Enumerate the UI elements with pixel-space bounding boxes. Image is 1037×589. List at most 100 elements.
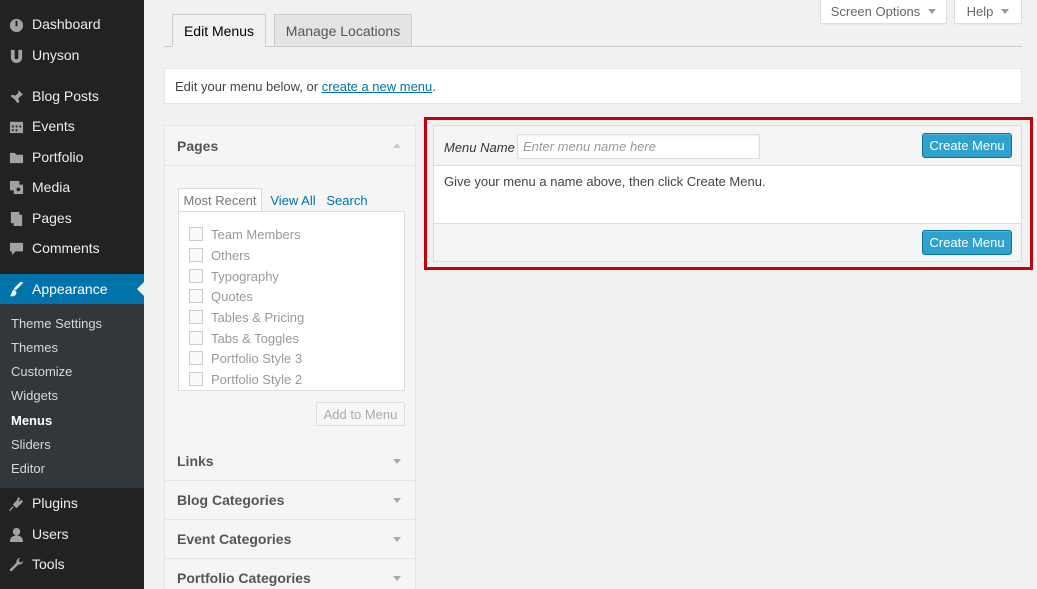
notice-suffix: . bbox=[432, 78, 436, 94]
unyson-icon bbox=[8, 47, 24, 63]
page-checkbox[interactable] bbox=[189, 351, 203, 365]
screen-options-button[interactable]: Screen Options bbox=[820, 0, 947, 24]
list-item[interactable]: Portfolio Style 3 bbox=[189, 350, 302, 366]
chevron-down-icon bbox=[393, 576, 401, 581]
sidebar-item-label: Appearance bbox=[32, 281, 108, 297]
submenu-item-editor[interactable]: Editor bbox=[11, 461, 45, 476]
chevron-down-icon bbox=[393, 537, 401, 542]
accordion-section-links[interactable]: Links bbox=[165, 442, 415, 481]
submenu-item-theme-settings[interactable]: Theme Settings bbox=[11, 316, 102, 331]
sidebar-item-media[interactable]: Media bbox=[0, 172, 144, 202]
appearance-submenu: Theme Settings Themes Customize Widgets … bbox=[0, 304, 144, 488]
plugin-icon bbox=[8, 495, 24, 511]
page-checkbox[interactable] bbox=[189, 372, 203, 386]
brush-icon bbox=[8, 281, 24, 297]
sidebar-item-portfolio[interactable]: Portfolio bbox=[0, 142, 144, 172]
page-checkbox[interactable] bbox=[189, 269, 203, 283]
sidebar-item-label: Plugins bbox=[32, 495, 78, 511]
screen-options-label: Screen Options bbox=[830, 4, 921, 19]
accordion-section-portfolio-categories[interactable]: Portfolio Categories bbox=[165, 559, 415, 589]
sidebar-item-tools[interactable]: Tools bbox=[0, 549, 144, 579]
page-checkbox[interactable] bbox=[189, 331, 203, 345]
page-checklist: Team Members Others Typography Quotes Ta… bbox=[178, 211, 405, 391]
accordion-title: Pages bbox=[177, 137, 219, 154]
page-checkbox[interactable] bbox=[189, 248, 203, 262]
list-item[interactable]: Tabs & Toggles bbox=[189, 330, 299, 346]
accordion-title: Event Categories bbox=[177, 531, 292, 547]
media-icon bbox=[8, 179, 24, 195]
sidebar-item-users[interactable]: Users bbox=[0, 519, 144, 549]
sidebar-item-comments[interactable]: Comments bbox=[0, 233, 144, 263]
list-item[interactable]: Others bbox=[189, 247, 250, 263]
chevron-down-icon bbox=[928, 9, 937, 14]
tab-view-all[interactable]: View All bbox=[266, 188, 320, 212]
menu-items-accordion: Pages Most Recent View All Search Team M… bbox=[164, 125, 416, 589]
page-checkbox[interactable] bbox=[189, 289, 203, 303]
sidebar-item-plugins[interactable]: Plugins bbox=[0, 488, 144, 518]
page-label: Quotes bbox=[211, 288, 253, 304]
chevron-down-icon bbox=[393, 459, 401, 464]
create-new-menu-link[interactable]: create a new menu bbox=[322, 79, 433, 94]
tab-manage-locations[interactable]: Manage Locations bbox=[274, 14, 412, 46]
list-item[interactable]: Quotes bbox=[189, 288, 253, 304]
wrench-icon bbox=[8, 556, 24, 572]
list-item[interactable]: Typography bbox=[189, 268, 279, 284]
sidebar-item-label: Users bbox=[32, 526, 69, 542]
tab-edit-menus[interactable]: Edit Menus bbox=[172, 14, 266, 47]
user-icon bbox=[8, 526, 24, 542]
sidebar-item-label: Media bbox=[32, 179, 71, 195]
accordion-section-pages[interactable]: Pages bbox=[165, 126, 415, 166]
sidebar-item-events[interactable]: Events bbox=[0, 111, 144, 141]
page-label: Others bbox=[211, 247, 251, 263]
help-label: Help bbox=[966, 4, 994, 19]
page-label: Portfolio Style 3 bbox=[211, 350, 303, 366]
help-button[interactable]: Help bbox=[954, 0, 1022, 24]
tab-divider bbox=[164, 46, 1022, 47]
chevron-up-icon bbox=[393, 143, 401, 148]
sidebar-item-label: Pages bbox=[32, 210, 72, 226]
sidebar-item-blog-posts[interactable]: Blog Posts bbox=[0, 81, 144, 111]
page-label: Tables & Pricing bbox=[211, 309, 305, 325]
add-to-menu-button[interactable]: Add to Menu bbox=[316, 402, 405, 426]
sidebar-item-unyson[interactable]: Unyson bbox=[0, 40, 144, 70]
pin-icon bbox=[8, 88, 24, 104]
accordion-section-event-categories[interactable]: Event Categories bbox=[165, 520, 415, 559]
sidebar-item-dashboard[interactable]: Dashboard bbox=[0, 9, 144, 39]
chevron-down-icon bbox=[1001, 9, 1010, 14]
list-item[interactable]: Team Members bbox=[189, 226, 301, 242]
sidebar-item-label: Dashboard bbox=[32, 16, 101, 32]
sidebar-item-label: Portfolio bbox=[32, 149, 84, 165]
submenu-item-themes[interactable]: Themes bbox=[11, 340, 58, 355]
chevron-down-icon bbox=[393, 498, 401, 503]
folder-icon bbox=[8, 149, 24, 165]
sidebar-item-appearance[interactable]: Appearance bbox=[0, 274, 144, 304]
page-checkbox[interactable] bbox=[189, 227, 203, 241]
dashboard-icon bbox=[8, 16, 24, 32]
sidebar-item-label: Tools bbox=[32, 556, 65, 572]
tab-search[interactable]: Search bbox=[324, 188, 370, 212]
list-item[interactable]: Portfolio Style 2 bbox=[189, 371, 302, 387]
accordion-title: Links bbox=[177, 453, 214, 469]
accordion-section-blog-categories[interactable]: Blog Categories bbox=[165, 481, 415, 520]
calendar-icon bbox=[8, 118, 24, 134]
sidebar-item-label: Blog Posts bbox=[32, 88, 99, 104]
page-label: Portfolio Style 2 bbox=[211, 371, 303, 387]
submenu-item-widgets[interactable]: Widgets bbox=[11, 388, 58, 403]
page-label: Tabs & Toggles bbox=[211, 330, 299, 346]
sidebar-item-label: Events bbox=[32, 118, 75, 134]
tab-most-recent[interactable]: Most Recent bbox=[178, 188, 262, 212]
submenu-item-sliders[interactable]: Sliders bbox=[11, 437, 51, 452]
pages-icon bbox=[8, 210, 24, 226]
submenu-item-menus[interactable]: Menus bbox=[11, 413, 52, 428]
page-checkbox[interactable] bbox=[189, 310, 203, 324]
sidebar-item-label: Unyson bbox=[32, 47, 80, 63]
highlight-frame bbox=[424, 117, 1033, 270]
notice-text: Edit your menu below, or bbox=[175, 78, 319, 94]
list-item[interactable]: Tables & Pricing bbox=[189, 309, 304, 325]
manage-menus-notice: Edit your menu below, or create a new me… bbox=[164, 68, 1022, 104]
sidebar-item-pages[interactable]: Pages bbox=[0, 203, 144, 233]
submenu-item-customize[interactable]: Customize bbox=[11, 364, 72, 379]
admin-sidebar: Dashboard Unyson Blog Posts Events Portf… bbox=[0, 0, 144, 589]
page-label: Team Members bbox=[211, 226, 301, 242]
sidebar-item-label: Comments bbox=[32, 240, 100, 256]
